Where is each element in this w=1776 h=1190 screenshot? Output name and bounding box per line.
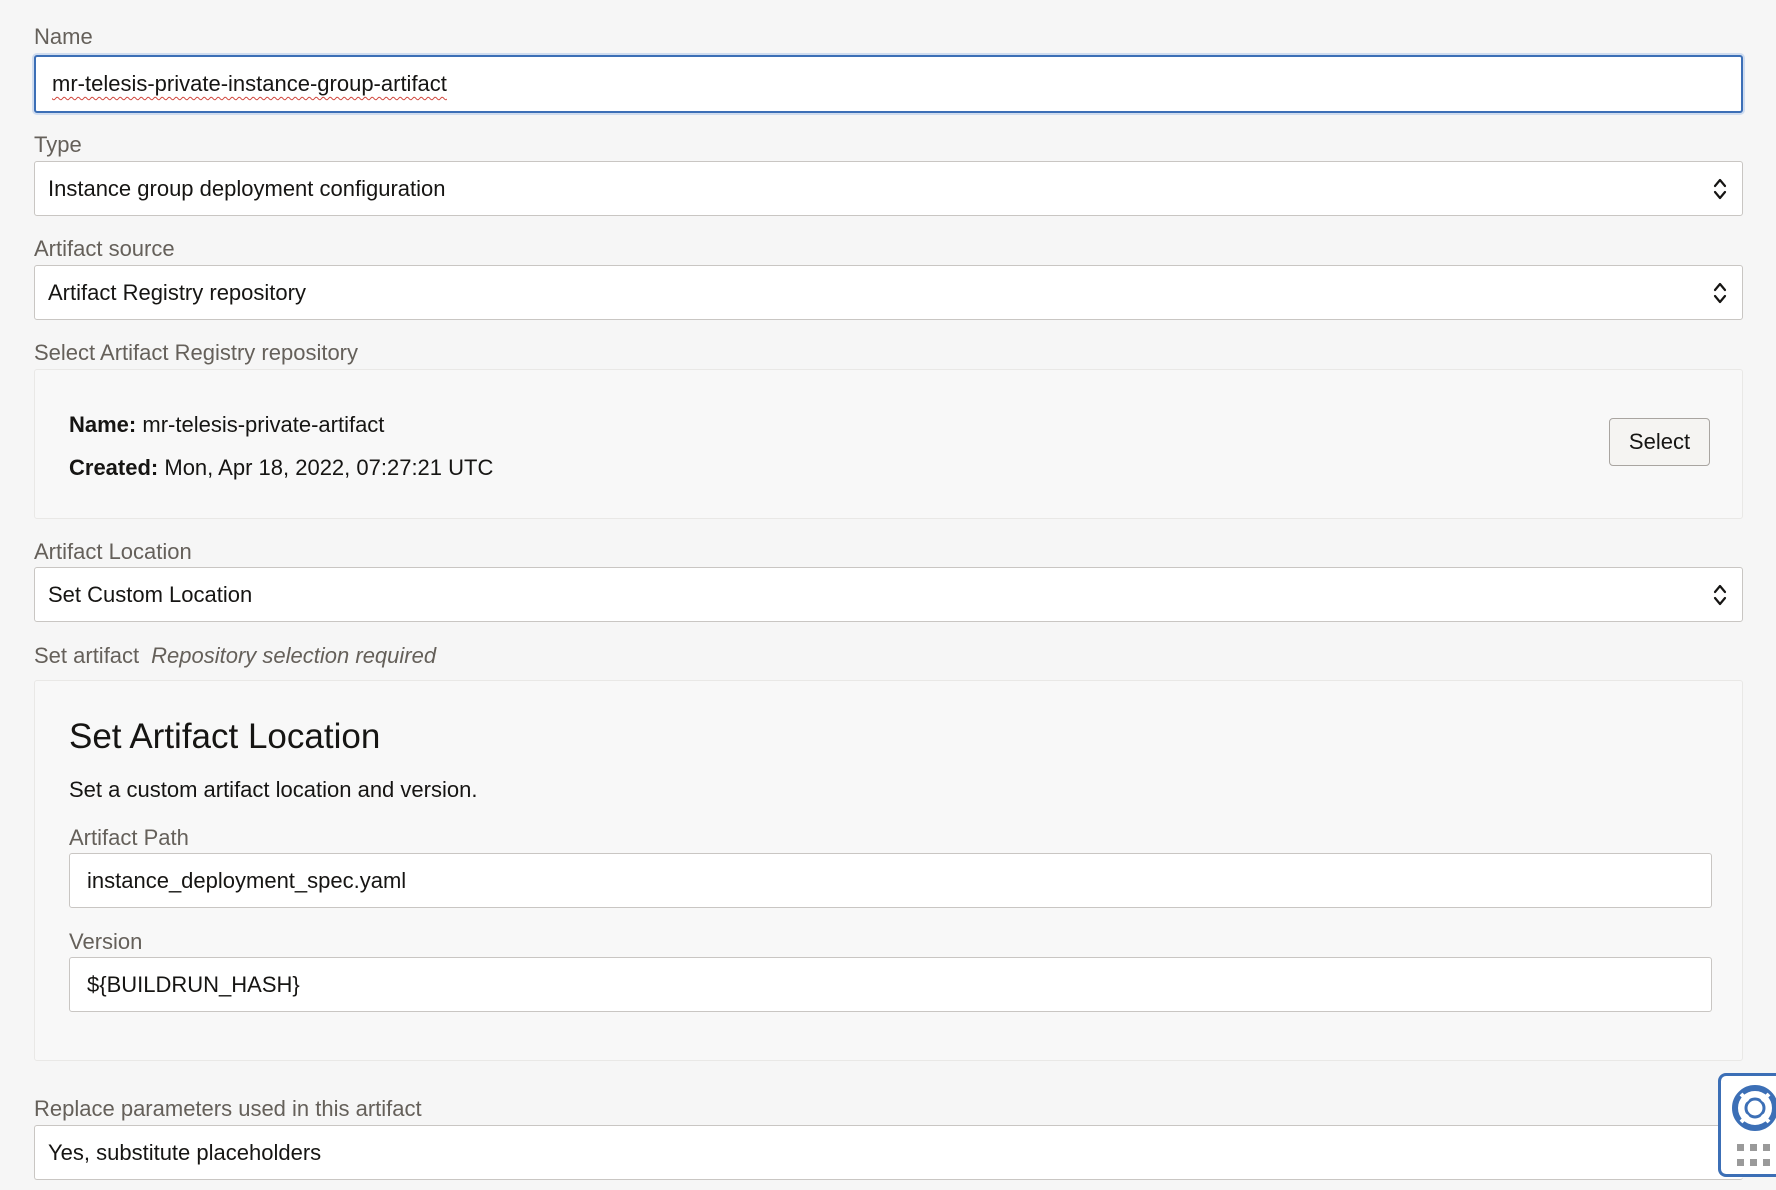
type-select-value: Instance group deployment configuration [48,175,446,201]
version-label: Version [69,929,143,954]
type-label: Type [34,132,82,157]
repository-created-key: Created: [69,455,159,480]
name-label: Name [34,24,93,49]
replace-parameters-label: Replace parameters used in this artifact [34,1096,422,1121]
type-select[interactable]: Instance group deployment configuration [34,161,1743,216]
repository-created-line: Created: Mon, Apr 18, 2022, 07:27:21 UTC [69,454,493,482]
help-widget[interactable] [1718,1073,1776,1177]
version-value: ${BUILDRUN_HASH} [87,971,300,997]
chevron-up-down-icon [1713,282,1727,303]
set-artifact-label-row: Set artifact Repository selection require… [34,643,436,669]
name-input-value: mr-telesis-private-instance-group-artifa… [52,71,447,96]
artifact-location-select[interactable]: Set Custom Location [34,567,1743,622]
set-artifact-title: Set Artifact Location [69,717,381,756]
repository-label: Select Artifact Registry repository [34,340,359,365]
replace-parameters-select[interactable]: Yes, substitute placeholders [34,1125,1743,1180]
repository-panel: Name: mr-telesis-private-artifact Create… [34,369,1743,519]
artifact-path-label: Artifact Path [69,825,189,850]
artifact-source-select-value: Artifact Registry repository [48,279,306,305]
repository-created-value: Mon, Apr 18, 2022, 07:27:21 UTC [164,455,494,480]
name-input[interactable]: mr-telesis-private-instance-group-artifa… [34,55,1743,113]
set-artifact-description: Set a custom artifact location and versi… [69,777,478,802]
artifact-source-select[interactable]: Artifact Registry repository [34,265,1743,320]
repository-name-value: mr-telesis-private-artifact [142,412,385,437]
artifact-location-label: Artifact Location [34,539,192,564]
set-artifact-label: Set artifact [34,643,140,668]
grid-dots-icon[interactable] [1735,1142,1775,1170]
select-repository-button[interactable]: Select [1609,418,1710,466]
chevron-up-down-icon [1713,584,1727,605]
set-artifact-panel: Set Artifact Location Set a custom artif… [34,680,1743,1061]
set-artifact-hint: Repository selection required [151,643,437,668]
artifact-form: Name mr-telesis-private-instance-group-a… [0,0,1776,1190]
repository-name-line: Name: mr-telesis-private-artifact [69,411,384,439]
artifact-path-input[interactable]: instance_deployment_spec.yaml [69,853,1712,908]
repository-name-key: Name: [69,412,137,437]
artifact-path-value: instance_deployment_spec.yaml [87,867,407,893]
version-input[interactable]: ${BUILDRUN_HASH} [69,957,1712,1012]
artifact-source-label: Artifact source [34,236,175,261]
artifact-location-select-value: Set Custom Location [48,581,253,607]
chevron-up-down-icon [1713,178,1727,199]
replace-parameters-select-value: Yes, substitute placeholders [48,1139,322,1165]
lifebuoy-icon[interactable] [1731,1084,1776,1132]
